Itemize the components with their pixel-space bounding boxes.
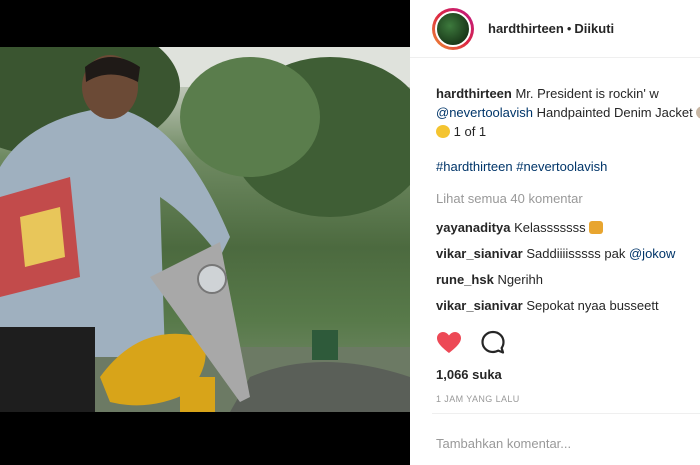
comment-username[interactable]: vikar_sianivar — [436, 246, 523, 261]
view-all-comments[interactable]: Lihat semua 40 komentar — [436, 189, 700, 208]
comment-item: vikar_sianivar Sepokat nyaa busseett — [436, 296, 700, 315]
photo-scene — [0, 47, 410, 412]
hashtag-link[interactable]: #nevertoolavish — [516, 159, 607, 174]
comment-item: rune_hsk Ngerihh — [436, 270, 700, 289]
like-count[interactable]: 1,066 suka — [436, 367, 502, 382]
post-timestamp: 1 JAM YANG LALU — [436, 394, 520, 404]
speech-bubble-icon[interactable] — [480, 330, 506, 361]
comments-section: hardthirteen Mr. President is rockin' w … — [436, 84, 700, 322]
comment-text: Saddiiiisssss pak — [526, 246, 626, 261]
comment-text: Sepokat nyaa busseett — [526, 298, 659, 313]
header-username[interactable]: hardthirteen — [488, 21, 564, 36]
caption-text-2: Handpainted Denim Jacket — [536, 105, 693, 120]
media-panel — [0, 0, 410, 465]
caption-username[interactable]: hardthirteen — [436, 86, 512, 101]
heart-icon[interactable] — [436, 331, 462, 360]
caption-text-3: 1 of 1 — [453, 124, 487, 139]
comment-username[interactable]: rune_hsk — [436, 272, 494, 287]
comment-text: Ngerihh — [497, 272, 543, 287]
header-text: hardthirteen • Diikuti — [488, 21, 614, 36]
hands-emoji-icon — [696, 106, 700, 119]
divider — [432, 413, 700, 414]
avatar[interactable] — [435, 10, 471, 47]
comment-username[interactable]: vikar_sianivar — [436, 298, 523, 313]
comment-mention[interactable]: @jokow — [629, 246, 675, 261]
post-header: hardthirteen • Diikuti — [410, 0, 700, 58]
header-separator: • — [566, 21, 572, 36]
comment-text: Kelasssssss — [514, 220, 586, 235]
post-side-panel: hardthirteen • Diikuti hardthirteen Mr. Pr… — [410, 0, 700, 465]
add-comment-input[interactable]: Tambahkan komentar... — [436, 436, 571, 451]
caption-text: Mr. President is rockin' w — [515, 86, 659, 101]
post-photo[interactable] — [0, 47, 410, 412]
follow-status[interactable]: Diikuti — [574, 21, 614, 36]
comment-item: yayanaditya Kelasssssss — [436, 218, 700, 237]
comment-item: vikar_sianivar Saddiiiisssss pak @jokow — [436, 244, 700, 263]
emoji-icon — [589, 221, 604, 234]
caption: hardthirteen Mr. President is rockin' w … — [436, 84, 700, 141]
hashtag-link[interactable]: #hardthirteen — [436, 159, 513, 174]
comment-username[interactable]: yayanaditya — [436, 220, 510, 235]
avatar-story-ring[interactable] — [432, 7, 474, 50]
caption-mention[interactable]: @nevertoolavish — [436, 105, 533, 120]
grin-emoji-icon — [436, 125, 450, 138]
caption-block: hardthirteen Mr. President is rockin' w … — [436, 84, 700, 176]
caption-hashtags: #hardthirteen #nevertoolavish — [436, 157, 700, 176]
action-bar — [436, 330, 506, 361]
